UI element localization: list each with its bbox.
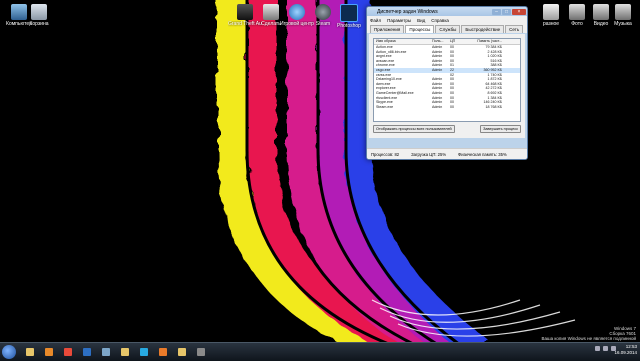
process-list[interactable]: Имя образа Поль... ЦП Память (част... Ac… [373,38,521,122]
watermark-line3: Ваша копия Windows не является подлинной [541,336,636,341]
taskbar: 12:53 16.09.2014 [0,342,640,361]
firefox-icon [159,348,167,356]
process-user: Admin [432,104,443,109]
window-titlebar[interactable]: Диспетчер задач Windows – □ × [367,7,527,16]
process-memory: 18 768 КБ [485,104,502,109]
game-icon [197,348,205,356]
taskbar-button-game[interactable] [193,345,209,359]
folder-icon [178,348,186,356]
status-bar: Процессов: 82 Загрузка ЦП: 25% Физическа… [367,148,527,159]
taskbar-button-folder[interactable] [117,345,133,359]
status-memory: Физическая память: 35% [458,151,507,157]
taskbar-button-firefox[interactable] [155,345,171,359]
music-icon [615,4,631,20]
chrome-icon [64,348,72,356]
taskbar-button-media-player[interactable] [41,345,57,359]
tray-flag-icon[interactable] [595,346,600,351]
desktop-icon-label: Музыка [614,21,632,27]
window-title: Диспетчер задач Windows [377,8,438,15]
menu-view[interactable]: Вид [414,18,428,23]
photoshop-icon [83,348,91,356]
taskbar-button-chrome[interactable] [60,345,76,359]
start-button[interactable] [2,345,16,359]
desktop-icon-label: Photoshop [337,23,361,29]
taskbar-button-explorer[interactable] [22,345,38,359]
tab-applications[interactable]: Приложения [370,25,405,33]
desktop-icon-music[interactable]: Музыка [606,4,640,27]
tray-network-icon[interactable] [603,346,608,351]
status-processes: Процессов: 82 [371,151,400,157]
column-header-cpu[interactable]: ЦП [450,39,462,44]
game-icon [237,4,253,20]
task-manager-window[interactable]: Диспетчер задач Windows – □ × Файл Парам… [366,6,528,160]
column-header-user[interactable]: Поль... [432,39,450,44]
folder-icon [543,4,559,20]
maximize-button[interactable]: □ [502,8,511,15]
close-button[interactable]: × [512,8,526,15]
taskbar-button-photoshop[interactable] [79,345,95,359]
process-name: Steam.exe [376,104,394,109]
game-center-icon [289,4,305,20]
menu-options[interactable]: Параметры [384,18,414,23]
steam-icon [315,4,331,20]
desktop-icon-label: Корзина [29,21,49,27]
recycle-bin-icon [31,4,47,20]
clock[interactable]: 12:53 16.09.2014 [614,344,637,356]
taskbar-button-folder[interactable] [174,345,190,359]
processes-panel: Имя образа Поль... ЦП Память (част... Ac… [369,34,525,138]
media-player-icon [45,348,53,356]
explorer-icon [26,348,34,356]
folder-icon [121,348,129,356]
pictures-icon [569,4,585,20]
show-all-processes-button[interactable]: Отображать процессы всех пользователей [373,125,455,133]
system-tray [595,346,616,351]
taskbar-button-skype[interactable] [136,345,152,359]
minimize-button[interactable]: – [492,8,501,15]
tab-services[interactable]: Службы [435,25,461,33]
menu-bar: Файл Параметры Вид Справка [367,16,527,24]
tab-strip: Приложения Процессы Службы Быстродействи… [367,24,527,33]
wallpaper-image [0,0,640,342]
column-header-memory[interactable]: Память (част... [462,39,502,44]
tab-network[interactable]: Сеть [505,25,524,33]
tab-performance[interactable]: Быстродействие [461,25,505,33]
desktop: Компьютер Корзина Grand Theft Auto IV Pr… [0,0,640,342]
skype-icon [140,348,148,356]
tab-processes[interactable]: Процессы [405,25,435,33]
photoshop-icon [340,4,358,22]
column-header-image-name[interactable]: Имя образа [374,39,432,44]
menu-help[interactable]: Справка [428,18,452,23]
end-process-button[interactable]: Завершить процесс [480,125,521,133]
monitor-icon [102,348,110,356]
desktop-icon-recycle-bin[interactable]: Корзина [22,4,56,27]
menu-file[interactable]: Файл [367,18,384,23]
taskbar-button-monitor[interactable] [98,345,114,359]
desktop-icon-photoshop[interactable]: Photoshop [332,4,366,29]
button-row: Отображать процессы всех пользователей З… [373,125,521,133]
status-cpu: Загрузка ЦП: 25% [411,151,447,157]
app-icon [263,4,279,20]
process-cpu: 00 [450,104,454,109]
process-row[interactable]: Steam.exe Admin 00 18 768 КБ [374,105,520,110]
clock-date: 16.09.2014 [614,350,637,355]
